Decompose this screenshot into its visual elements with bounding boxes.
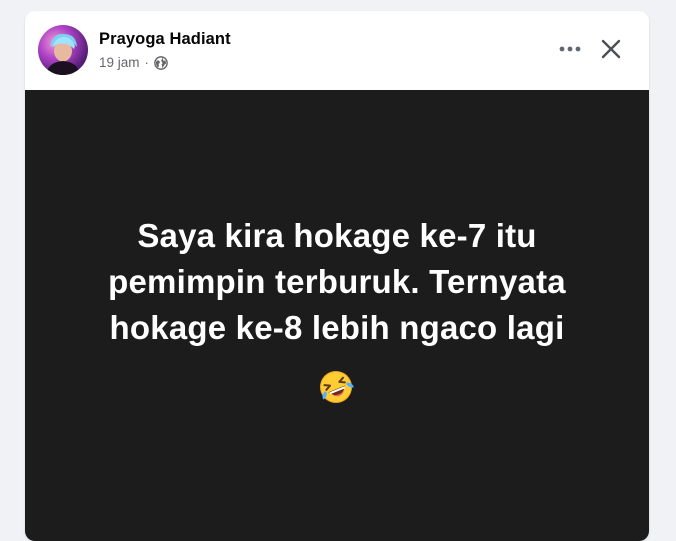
more-options-icon: [559, 46, 581, 52]
avatar[interactable]: [38, 25, 88, 75]
timestamp[interactable]: 19 jam: [99, 55, 140, 70]
author-name[interactable]: Prayoga Hadiant: [99, 30, 231, 49]
close-button[interactable]: [593, 31, 629, 67]
post-meta: 19 jam ·: [99, 55, 168, 70]
post-content: Saya kira hokage ke-7 itu pemimpin terbu…: [25, 90, 649, 541]
post-card: Prayoga Hadiant 19 jam · Saya kira hokag…: [25, 11, 649, 541]
meta-separator: ·: [144, 55, 149, 70]
more-options-button[interactable]: [552, 31, 588, 67]
post-text: Saya kira hokage ke-7 itu pemimpin terbu…: [108, 217, 566, 346]
close-icon: [601, 39, 621, 59]
globe-icon[interactable]: [154, 55, 168, 70]
post-header: Prayoga Hadiant 19 jam ·: [25, 11, 649, 90]
rolling-on-floor-laughing-emoji: [318, 369, 354, 405]
